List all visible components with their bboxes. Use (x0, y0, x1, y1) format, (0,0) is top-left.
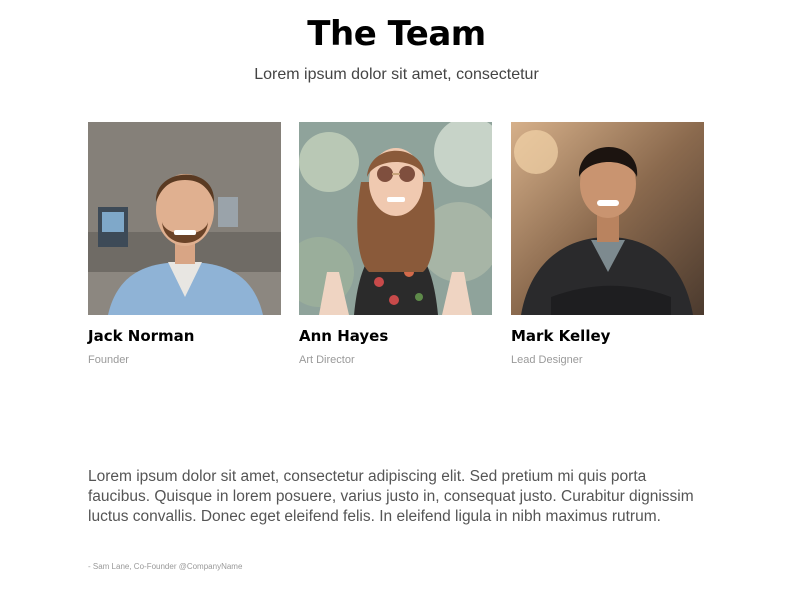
team-member-card-mark-kelley[interactable]: Mark Kelley Lead Designer (511, 122, 704, 367)
member-role: Lead Designer (511, 354, 583, 366)
team-member-card-ann-hayes[interactable]: Ann Hayes Art Director (299, 122, 492, 367)
team-member-card-jack-norman[interactable]: Jack Norman Founder (88, 122, 281, 367)
team-grid: Jack Norman Founder Ann Hayes Art Direct… (88, 122, 705, 372)
member-photo-jack-norman (88, 122, 281, 315)
page-subtitle: Lorem ipsum dolor sit amet, consectetur (254, 66, 539, 83)
member-photo-mark-kelley (511, 122, 704, 315)
testimonial-attribution: - Sam Lane, Co-Founder @CompanyName (88, 562, 243, 571)
member-name: Ann Hayes (299, 327, 389, 345)
member-role: Founder (88, 354, 129, 366)
member-role: Art Director (299, 354, 355, 366)
page-title: The Team (307, 14, 486, 54)
member-name: Mark Kelley (511, 327, 611, 345)
member-photo-ann-hayes (299, 122, 492, 315)
member-name: Jack Norman (88, 327, 195, 345)
testimonial-quote: Lorem ipsum dolor sit amet, consectetur … (88, 468, 694, 525)
